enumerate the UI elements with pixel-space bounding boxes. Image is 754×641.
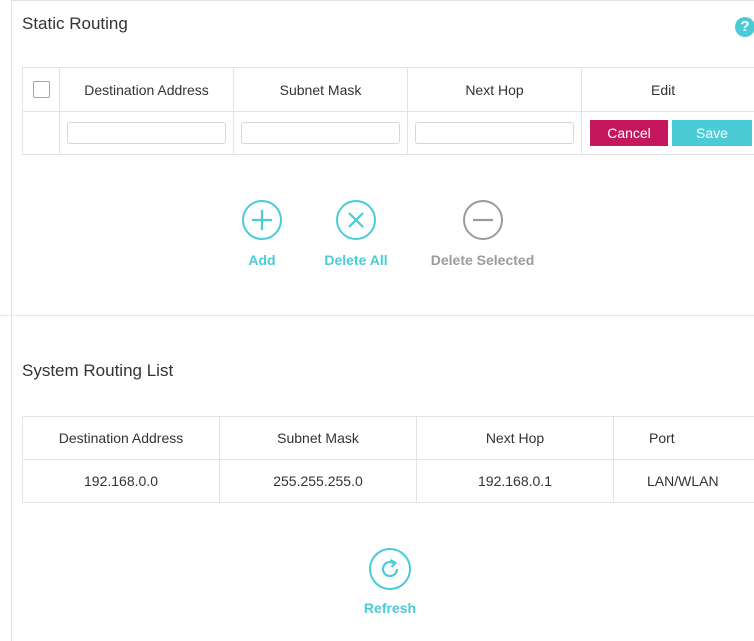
add-button[interactable]: Add	[232, 200, 292, 268]
destination-address-input[interactable]	[67, 122, 226, 144]
static-routing-table: Destination Address Subnet Mask Next Hop…	[22, 67, 754, 155]
next-hop-input[interactable]	[415, 122, 574, 144]
help-icon[interactable]: ?	[735, 17, 754, 37]
sys-column-subnet-mask: Subnet Mask	[220, 417, 417, 460]
sys-row-port: LAN/WLAN	[614, 460, 754, 503]
delete-all-label: Delete All	[324, 252, 387, 268]
edit-buttons-cell: CancelSave	[582, 112, 754, 155]
select-all-cell	[23, 68, 60, 112]
sys-column-destination-address: Destination Address	[23, 417, 220, 460]
add-label: Add	[248, 252, 275, 268]
nexthop-cell	[408, 112, 582, 155]
table-row: 192.168.0.0 255.255.255.0 192.168.0.1 LA…	[23, 460, 754, 503]
destination-cell	[60, 112, 234, 155]
section-divider	[0, 315, 754, 316]
static-route-edit-row: CancelSave	[23, 112, 754, 155]
sys-row-destination: 192.168.0.0	[23, 460, 220, 503]
save-button[interactable]: Save	[672, 120, 752, 146]
refresh-button[interactable]: Refresh	[360, 548, 420, 616]
cancel-button[interactable]: Cancel	[590, 120, 668, 146]
sys-column-next-hop: Next Hop	[417, 417, 614, 460]
delete-all-icon	[336, 200, 376, 240]
column-destination-address: Destination Address	[60, 68, 234, 112]
sys-row-subnet: 255.255.255.0	[220, 460, 417, 503]
static-routing-title: Static Routing	[22, 14, 128, 34]
add-icon	[242, 200, 282, 240]
system-routing-header-row: Destination Address Subnet Mask Next Hop…	[23, 417, 754, 460]
column-edit: Edit	[582, 68, 754, 112]
subnet-cell	[234, 112, 408, 155]
sys-row-next-hop: 192.168.0.1	[417, 460, 614, 503]
static-routing-header-row: Destination Address Subnet Mask Next Hop…	[23, 68, 754, 112]
edit-row-select-cell	[23, 112, 60, 155]
system-routing-title: System Routing List	[22, 361, 173, 381]
refresh-label: Refresh	[364, 600, 416, 616]
system-routing-table: Destination Address Subnet Mask Next Hop…	[22, 416, 754, 503]
delete-selected-icon	[463, 200, 503, 240]
delete-selected-button[interactable]: Delete Selected	[420, 200, 545, 268]
delete-selected-label: Delete Selected	[431, 252, 535, 268]
column-next-hop: Next Hop	[408, 68, 582, 112]
sys-column-port: Port	[614, 417, 754, 460]
refresh-icon	[369, 548, 411, 590]
select-all-checkbox[interactable]	[33, 81, 50, 98]
delete-all-button[interactable]: Delete All	[315, 200, 397, 268]
subnet-mask-input[interactable]	[241, 122, 400, 144]
column-subnet-mask: Subnet Mask	[234, 68, 408, 112]
